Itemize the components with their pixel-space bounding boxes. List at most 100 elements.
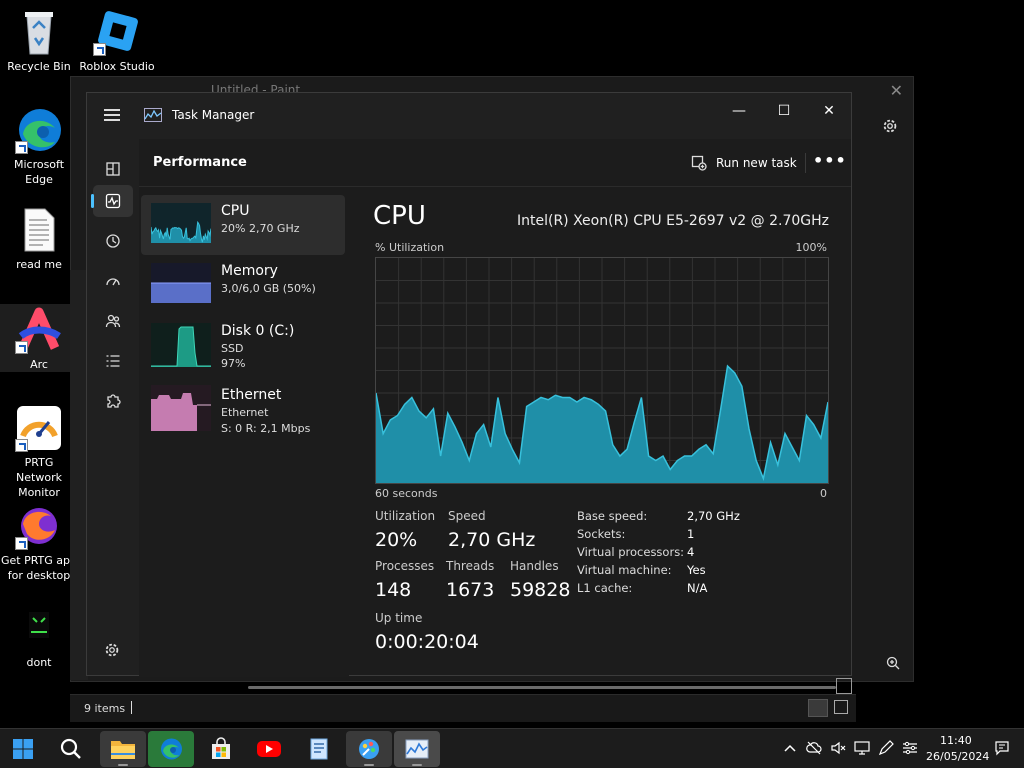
resource-item-ethernet[interactable]: Ethernet Ethernet S: 0 R: 2,1 Mbps <box>141 379 345 441</box>
taskbar-file-explorer[interactable] <box>100 731 146 767</box>
users-icon <box>105 314 121 328</box>
minimize-button[interactable]: — <box>719 99 759 123</box>
start-button[interactable] <box>0 731 46 767</box>
resource-item-memory[interactable]: Memory 3,0/6,0 GB (50%) <box>141 255 345 315</box>
taskbar-youtube[interactable] <box>246 731 292 767</box>
arc-browser-icon <box>15 306 63 354</box>
status-separator <box>131 701 132 714</box>
details-view-button[interactable] <box>808 699 828 717</box>
shortcut-arrow-icon <box>15 341 28 354</box>
graph-x-min-label: 0 <box>820 487 827 500</box>
maximize-button[interactable]: ☐ <box>764 99 804 123</box>
notification-icon[interactable] <box>994 740 1010 756</box>
prtg-gauge-icon <box>15 404 63 452</box>
clock-date[interactable]: 26/05/2024 <box>926 750 989 763</box>
roblox-studio-icon <box>93 8 141 56</box>
resource-item-cpu[interactable]: CPU 20% 2,70 GHz <box>141 195 345 255</box>
run-new-task-button[interactable]: Run new task <box>685 149 803 177</box>
run-task-icon <box>691 155 707 171</box>
performance-icon <box>105 193 121 209</box>
desktop-icon-label: Arc <box>30 358 48 371</box>
memory-thumbnail-graph <box>151 263 211 303</box>
base-speed-label: Base speed: <box>577 509 648 523</box>
list-icon <box>106 355 120 367</box>
chevron-up-icon[interactable] <box>782 740 798 756</box>
graph-y-max-label: 100% <box>795 241 827 254</box>
zoom-in-icon[interactable] <box>886 656 900 670</box>
desktop-icon-roblox-studio[interactable]: Roblox Studio <box>78 8 156 74</box>
resource-name: Ethernet <box>221 387 282 403</box>
page-title: Performance <box>153 155 247 170</box>
more-options-button[interactable]: ••• <box>813 149 846 177</box>
utilization-value: 20% <box>375 529 418 551</box>
ethernet-thumbnail-graph <box>151 385 211 431</box>
resource-detail: 20% 2,70 GHz <box>221 222 300 235</box>
desktop-icon-microsoft-edge[interactable]: Microsoft Edge <box>0 106 78 187</box>
desktop-icon-get-prtg-app[interactable]: Get PRTG app for desktop <box>0 502 78 583</box>
edge-icon <box>15 106 63 154</box>
resource-detail: Ethernet <box>221 406 269 419</box>
desktop-icon-label: dont <box>26 656 52 669</box>
start-icon <box>13 739 33 759</box>
title-bar[interactable]: Task Manager — ☐ ✕ <box>87 93 851 139</box>
threads-label: Threads <box>446 559 495 573</box>
resource-list: CPU 20% 2,70 GHz Memory 3,0/6,0 GB (50%)… <box>139 187 349 677</box>
speed-label: Speed <box>448 509 486 523</box>
paint-close-icon[interactable]: ✕ <box>890 81 903 100</box>
view-toggle-icon[interactable] <box>836 678 852 694</box>
clock-time[interactable]: 11:40 <box>940 734 972 747</box>
settings-sliders-icon[interactable] <box>902 740 918 756</box>
taskbar-microsoft-store[interactable] <box>198 731 244 767</box>
file-explorer-icon <box>111 741 135 759</box>
desktop-icon-prtg-network-monitor[interactable]: PRTG Network Monitor <box>0 404 78 500</box>
edge-icon <box>161 738 182 760</box>
desktop-icon-dont[interactable]: dont <box>0 604 78 670</box>
nav-services[interactable] <box>93 385 133 417</box>
cpu-utilization-graph <box>375 257 829 484</box>
taskbar-notepad[interactable] <box>296 731 342 767</box>
gear-icon[interactable] <box>881 117 899 135</box>
nav-details[interactable] <box>93 345 133 377</box>
shortcut-arrow-icon <box>15 141 28 154</box>
nav-users[interactable] <box>93 305 133 337</box>
desktop-icon-recycle-bin[interactable]: Recycle Bin <box>0 8 78 74</box>
run-new-task-label: Run new task <box>716 156 797 170</box>
virtual-processors-value: 4 <box>687 545 695 559</box>
resource-detail: 3,0/6,0 GB (50%) <box>221 282 316 295</box>
task-manager-window[interactable]: Task Manager — ☐ ✕ Performance Run new t… <box>86 92 852 677</box>
desktop-icon-read-me[interactable]: read me <box>0 206 78 272</box>
network-icon[interactable] <box>854 740 870 756</box>
header-divider <box>805 153 806 173</box>
pen-icon[interactable] <box>878 740 894 756</box>
resource-name: CPU <box>221 203 250 219</box>
resource-item-disk[interactable]: Disk 0 (C:) SSD 97% <box>141 315 345 375</box>
handles-label: Handles <box>510 559 559 573</box>
skull-app-icon <box>15 604 63 652</box>
desktop-icon-label: Microsoft Edge <box>13 158 65 186</box>
nav-app-history[interactable] <box>93 225 133 257</box>
close-button[interactable]: ✕ <box>809 99 849 123</box>
resource-detail: SSD <box>221 342 244 355</box>
tiles-view-button[interactable] <box>834 700 848 714</box>
nav-startup-apps[interactable] <box>93 265 133 297</box>
nav-performance[interactable] <box>91 185 133 217</box>
speaker-muted-icon[interactable] <box>830 740 846 756</box>
explorer-status-bar: 9 items <box>70 694 856 722</box>
nav-processes[interactable] <box>93 153 133 185</box>
navigation-rail <box>87 139 139 675</box>
text-file-icon <box>15 206 63 254</box>
horizontal-scrollbar[interactable] <box>248 686 836 689</box>
taskbar-task-manager[interactable] <box>394 731 440 767</box>
resource-detail-2: 97% <box>221 357 246 370</box>
desktop-icon-arc[interactable]: Arc <box>0 304 78 372</box>
cpu-model-name: Intel(R) Xeon(R) CPU E5-2697 v2 @ 2.70GH… <box>517 213 829 229</box>
hamburger-menu-icon[interactable] <box>104 109 120 121</box>
taskbar-edge[interactable] <box>148 731 194 767</box>
search-button[interactable] <box>48 731 94 767</box>
virtual-machine-label: Virtual machine: <box>577 563 672 577</box>
settings-gear-icon[interactable] <box>103 641 121 659</box>
uptime-value: 0:00:20:04 <box>375 631 479 653</box>
taskbar-paint[interactable] <box>346 731 392 767</box>
cloud-offline-icon[interactable] <box>806 740 822 756</box>
firefox-icon <box>15 502 63 550</box>
